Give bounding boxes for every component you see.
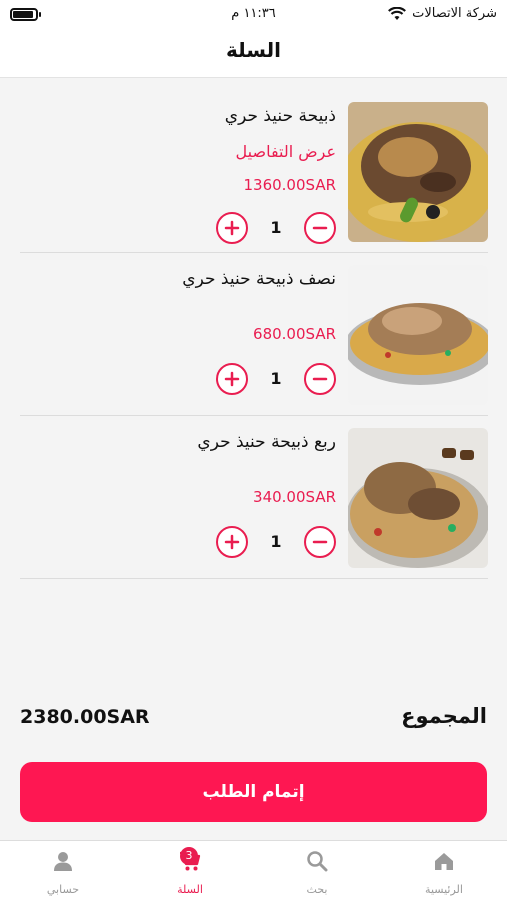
- view-details-link[interactable]: عرض التفاصيل: [236, 142, 336, 161]
- tab-cart[interactable]: 3 السلة: [127, 841, 253, 900]
- quantity-stepper: 1: [216, 526, 336, 560]
- cart-item: نصف ذبيحة حنيذ حري 680.00SAR 1: [20, 253, 488, 416]
- item-name: ذبيحة حنيذ حري: [224, 106, 336, 126]
- search-icon: [307, 851, 328, 872]
- home-icon: [435, 853, 453, 870]
- tab-search[interactable]: بحث: [254, 841, 380, 900]
- item-photo: [348, 265, 488, 405]
- page-title: السلة: [225, 38, 281, 62]
- item-price: 1360.00SAR: [243, 176, 336, 194]
- tab-label: بحث: [306, 883, 328, 896]
- cart-count-badge: 3: [180, 847, 198, 865]
- item-price: 680.00SAR: [253, 325, 336, 343]
- person-icon: [54, 852, 72, 871]
- item-photo: [348, 428, 488, 568]
- checkout-button[interactable]: إتمام الطلب: [20, 762, 487, 822]
- wifi-icon: [388, 6, 407, 20]
- status-carrier: شركة الاتصالات: [388, 6, 497, 21]
- increase-quantity-button[interactable]: [216, 363, 248, 395]
- increase-quantity-button[interactable]: [216, 526, 248, 558]
- item-price: 340.00SAR: [253, 488, 336, 506]
- plus-icon: [224, 371, 240, 387]
- total-value: 2380.00SAR: [20, 706, 150, 728]
- status-bar: ١١:٣٦ م شركة الاتصالات: [0, 0, 507, 30]
- nav-header: السلة: [0, 30, 507, 78]
- carrier-name: شركة الاتصالات: [412, 6, 497, 21]
- item-name: نصف ذبيحة حنيذ حري: [182, 269, 336, 289]
- tab-label: الرئيسية: [425, 883, 463, 896]
- cart-item: ذبيحة حنيذ حري عرض التفاصيل 1360.00SAR 1: [20, 90, 488, 253]
- tab-home[interactable]: الرئيسية: [381, 841, 507, 900]
- tab-label: حسابي: [46, 883, 80, 896]
- plus-icon: [224, 220, 240, 236]
- item-photo: [348, 102, 488, 242]
- total-row: المجموع 2380.00SAR: [20, 700, 487, 740]
- increase-quantity-button[interactable]: [216, 212, 248, 244]
- item-name: ربع ذبيحة حنيذ حري: [197, 432, 336, 452]
- quantity-stepper: 1: [216, 212, 336, 246]
- cart-item: ربع ذبيحة حنيذ حري 340.00SAR 1: [20, 416, 488, 579]
- total-label: المجموع: [401, 704, 487, 728]
- tab-bar: الرئيسية بحث 3 السلة حسابي: [0, 840, 507, 900]
- quantity-stepper: 1: [216, 363, 336, 397]
- tab-account[interactable]: حسابي: [0, 841, 126, 900]
- plus-icon: [224, 534, 240, 550]
- tab-label: السلة: [177, 883, 203, 896]
- cart-list: ذبيحة حنيذ حري عرض التفاصيل 1360.00SAR 1: [20, 90, 488, 579]
